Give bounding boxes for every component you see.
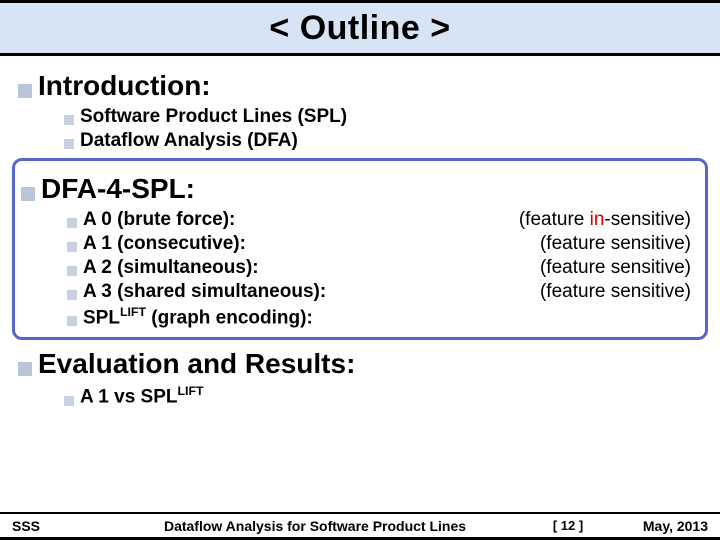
bullet-icon <box>18 84 32 98</box>
section-heading: DFA-4-SPL: <box>41 173 195 205</box>
list-item: Dataflow Analysis (DFA) <box>64 130 702 152</box>
bullet-icon <box>64 139 74 149</box>
eval-items: A 1 vs SPLLIFT <box>64 384 702 408</box>
footer-left: SSS <box>12 518 92 534</box>
slide-content: Introduction: Software Product Lines (SP… <box>0 56 720 409</box>
bullet-icon <box>67 316 77 326</box>
intro-items: Software Product Lines (SPL) Dataflow An… <box>64 106 702 152</box>
bullet-icon <box>18 362 32 376</box>
bullet-icon <box>67 290 77 300</box>
footer-page: [ 12 ] <box>538 518 598 533</box>
item-note: (feature in-sensitive) <box>519 209 699 231</box>
title-band: < Outline > <box>0 0 720 56</box>
bullet-icon <box>21 187 35 201</box>
item-note: (feature sensitive) <box>540 257 699 279</box>
highlight-box: DFA-4-SPL: A 0 (brute force): (feature i… <box>12 158 708 340</box>
item-label: A 1 vs SPLLIFT <box>80 384 204 408</box>
list-item: A 1 (consecutive): (feature sensitive) <box>67 233 699 255</box>
bullet-icon <box>67 242 77 252</box>
item-label: A 0 (brute force): <box>83 209 235 231</box>
list-item: A 3 (shared simultaneous): (feature sens… <box>67 281 699 303</box>
item-label: A 2 (simultaneous): <box>83 257 259 279</box>
item-label: SPLLIFT (graph encoding): <box>83 305 313 329</box>
section-introduction: Introduction: <box>18 70 702 102</box>
bullet-icon <box>64 115 74 125</box>
slide: < Outline > Introduction: Software Produ… <box>0 0 720 540</box>
footer: SSS Dataflow Analysis for Software Produ… <box>0 512 720 540</box>
item-label: A 3 (shared simultaneous): <box>83 281 326 303</box>
note-in: in <box>590 209 605 230</box>
section-heading: Introduction: <box>38 70 211 102</box>
list-item: A 0 (brute force): (feature in-sensitive… <box>67 209 699 231</box>
item-note: (feature sensitive) <box>540 281 699 303</box>
item-label: Software Product Lines (SPL) <box>80 106 347 128</box>
list-item: Software Product Lines (SPL) <box>64 106 702 128</box>
dfa4spl-items: A 0 (brute force): (feature in-sensitive… <box>67 209 699 329</box>
slide-title: < Outline > <box>269 9 450 48</box>
item-label: Dataflow Analysis (DFA) <box>80 130 298 152</box>
label-sup: LIFT <box>178 384 204 398</box>
list-item: A 1 vs SPLLIFT <box>64 384 702 408</box>
section-heading: Evaluation and Results: <box>38 348 355 380</box>
bullet-icon <box>67 266 77 276</box>
section-evaluation: Evaluation and Results: <box>18 348 702 380</box>
label-post: (graph encoding): <box>146 307 313 328</box>
footer-center: Dataflow Analysis for Software Product L… <box>92 518 538 534</box>
item-note: (feature sensitive) <box>540 233 699 255</box>
list-item: A 2 (simultaneous): (feature sensitive) <box>67 257 699 279</box>
item-label: A 1 (consecutive): <box>83 233 246 255</box>
note-pre: (feature <box>519 209 590 230</box>
label-pre: A 1 vs SPL <box>80 387 178 408</box>
note-post: -sensitive) <box>604 209 691 230</box>
list-item: SPLLIFT (graph encoding): <box>67 305 699 329</box>
bullet-icon <box>64 396 74 406</box>
label-sup: LIFT <box>120 305 146 319</box>
bullet-icon <box>67 218 77 228</box>
section-dfa4spl: DFA-4-SPL: <box>21 173 699 205</box>
label-pre: SPL <box>83 307 120 328</box>
footer-right: May, 2013 <box>598 518 708 534</box>
